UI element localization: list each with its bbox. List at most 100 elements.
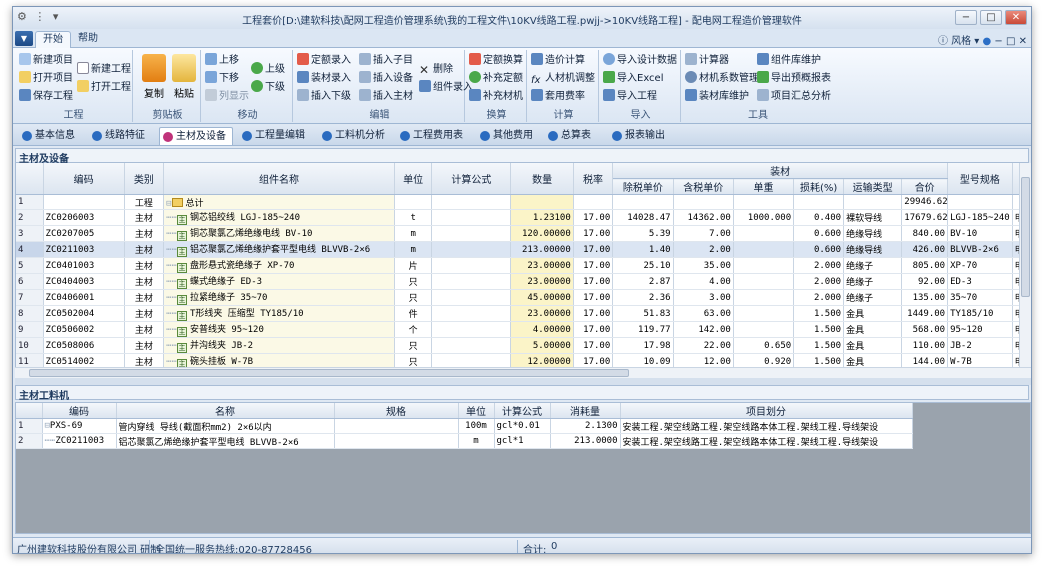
maximize-button[interactable]: □ — [980, 10, 1002, 25]
cell-code[interactable]: ZC0206003 — [43, 209, 125, 226]
panel-splitter[interactable] — [15, 378, 1031, 385]
cell-code[interactable]: ZC0406001 — [43, 289, 125, 306]
cell-loss[interactable]: 1.500 — [793, 353, 845, 367]
cell-pre-tax[interactable]: 1.40 — [612, 241, 674, 258]
cell-formula[interactable] — [431, 209, 512, 226]
insert-child-button[interactable]: 插入下级 — [297, 88, 351, 105]
cell-code[interactable]: ZC0506002 — [43, 321, 125, 338]
cell-spec[interactable]: ED-3 — [947, 273, 1013, 290]
cell-total[interactable]: 426.00 — [901, 241, 949, 258]
lower-level-button[interactable]: 下级 — [251, 79, 285, 96]
cell-spec[interactable]: 95~120 — [947, 321, 1013, 338]
scroll-thumb[interactable] — [29, 369, 629, 377]
cell-weight[interactable] — [733, 194, 795, 210]
cell-name[interactable]: 管内穿线 导线(截面积mm2) 2×6以内 — [116, 418, 335, 434]
cell-unit[interactable]: m — [394, 225, 433, 242]
col-name[interactable]: 名称 — [116, 403, 335, 419]
cell-transport[interactable]: 绝缘导线 — [843, 241, 903, 258]
component-lib-button[interactable]: 组件库维护 — [757, 52, 821, 69]
horizontal-scrollbar[interactable] — [15, 367, 1031, 378]
paste-button[interactable]: 粘贴 — [169, 54, 199, 100]
delete-button[interactable]: ✕ 删除 — [419, 61, 453, 78]
cell-weight[interactable]: 0.650 — [733, 337, 795, 354]
cell-weight[interactable] — [733, 225, 795, 242]
cell-tax[interactable]: 17.00 — [573, 273, 614, 290]
table-row[interactable]: 1 工程 ⊟ 总计 29946.62 — [16, 194, 1019, 210]
cell-code[interactable]: ZC0211003 — [43, 241, 125, 258]
cell-name[interactable]: 铝芯聚氯乙烯绝缘护套平型电线 BLVVB-2×6 — [116, 433, 335, 449]
table-row[interactable]: 8 ZC0502004 主材 ⋯⋯ 主 T形线夹 压缩型 TY185/10 件 23.0000… — [16, 305, 1019, 322]
supplement-quota-button[interactable]: 补充定额 — [469, 70, 523, 87]
upper-level-button[interactable]: 上级 — [251, 61, 285, 78]
cell-tax[interactable]: 17.00 — [573, 305, 614, 322]
col-with-tax[interactable]: 含税单价 — [673, 178, 734, 195]
move-down-button[interactable]: 下移 — [205, 70, 239, 87]
column-display-button[interactable]: 列显示 — [205, 88, 249, 105]
cell-loss[interactable]: 0.600 — [793, 241, 845, 258]
cell-tax[interactable]: 17.00 — [573, 321, 614, 338]
cell-spec[interactable]: BLVVB-2×6 — [947, 241, 1013, 258]
table-row[interactable]: 11 ZC0514002 主材 ⋯⋯ 主碗头挂板 W-7B 只 12.00000 17.00 1… — [16, 353, 1019, 367]
material-coef-button[interactable]: 材机系数管理 — [685, 70, 759, 87]
close-button[interactable]: ✕ — [1005, 10, 1027, 25]
cell-tax[interactable]: 17.00 — [573, 289, 614, 306]
col-formula[interactable]: 计算公式 — [431, 163, 512, 195]
component-entry-button[interactable]: 组件录入 — [419, 79, 473, 96]
cell-loss[interactable] — [793, 194, 845, 210]
import-project-button[interactable]: 导入工程 — [603, 88, 657, 105]
cell-unit[interactable]: 只 — [394, 273, 433, 290]
scroll-thumb[interactable] — [1021, 177, 1030, 297]
cell-unit[interactable]: 片 — [394, 257, 433, 274]
cell-supply[interactable]: 甲供 — [1012, 257, 1019, 274]
cell-supply[interactable]: 甲供 — [1012, 305, 1019, 322]
cell-code[interactable]: ⋯⋯ZC0211003 — [42, 433, 117, 449]
export-report-button[interactable]: 导出预概报表 — [757, 70, 831, 87]
cost-calc-button[interactable]: 造价计算 — [531, 52, 585, 69]
cell-type[interactable]: 主材 — [124, 273, 165, 290]
cell-pre-tax[interactable]: 2.36 — [612, 289, 674, 306]
table-row[interactable]: 4 ZC0211003 主材 ⋯⋯ 主铝芯聚氯乙烯绝缘护套平型电线 BLVVB-2×6 m… — [16, 241, 1019, 258]
cell-with-tax[interactable]: 35.00 — [673, 257, 734, 274]
cell-formula[interactable] — [431, 241, 512, 258]
save-project-button[interactable]: 保存工程 — [19, 88, 73, 105]
cell-total[interactable]: 568.00 — [901, 321, 949, 338]
row-number[interactable]: 3 — [16, 225, 44, 242]
cell-unit[interactable]: t — [394, 209, 433, 226]
materials-grid[interactable]: 编码 类别 组件名称 单位 计算公式 数量 税率 装材 型号规格 供 除税单价 … — [15, 163, 1019, 367]
cell-formula[interactable] — [431, 257, 512, 274]
table-row[interactable]: 3 ZC0207005 主材 ⋯⋯ 主铜芯聚氯乙烯绝缘电线 BV-10 m 120.0000… — [16, 225, 1019, 242]
insert-subitem-button[interactable]: 插入子目 — [359, 52, 413, 69]
row-number[interactable]: 10 — [16, 337, 44, 354]
cell-formula[interactable] — [431, 289, 512, 306]
cell-pre-tax[interactable] — [612, 194, 674, 210]
tab-main-materials[interactable]: 主材及设备 — [159, 127, 233, 145]
help-icon[interactable]: ● — [983, 36, 992, 47]
cell-supply[interactable]: 甲供 — [1012, 337, 1019, 354]
cell-code[interactable]: ZC0508006 — [43, 337, 125, 354]
cell-formula[interactable] — [431, 194, 512, 210]
cell-unit[interactable]: 只 — [394, 289, 433, 306]
col-division[interactable]: 项目划分 — [620, 403, 913, 419]
cell-formula[interactable]: gcl*1 — [494, 433, 551, 449]
cell-pre-tax[interactable]: 5.39 — [612, 225, 674, 242]
cell-code[interactable]: ZC0502004 — [43, 305, 125, 322]
cell-supply[interactable]: 甲供 — [1012, 321, 1019, 338]
row-number[interactable]: 5 — [16, 257, 44, 274]
cell-name[interactable]: ⋯⋯ 主安普线夹 95~120 — [163, 321, 395, 338]
cell-supply[interactable]: 甲供 — [1012, 273, 1019, 290]
cell-weight[interactable] — [733, 241, 795, 258]
quota-conversion-button[interactable]: 定额换算 — [469, 52, 523, 69]
cell-code[interactable] — [43, 194, 125, 210]
cell-qty[interactable]: 5.00000 — [510, 337, 574, 354]
cell-loss[interactable]: 1.500 — [793, 305, 845, 322]
insert-main-material-button[interactable]: 插入主材 — [359, 88, 413, 105]
cell-formula[interactable] — [431, 273, 512, 290]
tab-line-features[interactable]: 线路特征 — [89, 127, 145, 145]
col-loss[interactable]: 损耗(%) — [793, 178, 845, 195]
table-row[interactable]: 9 ZC0506002 主材 ⋯⋯ 主安普线夹 95~120 个 4.00000 17.00 1… — [16, 321, 1019, 338]
cell-weight[interactable] — [733, 305, 795, 322]
cell-pre-tax[interactable]: 2.87 — [612, 273, 674, 290]
cell-pre-tax[interactable]: 17.98 — [612, 337, 674, 354]
move-up-button[interactable]: 上移 — [205, 52, 239, 69]
cell-name[interactable]: ⋯⋯ 主 T形线夹 压缩型 TY185/10 — [163, 305, 395, 322]
